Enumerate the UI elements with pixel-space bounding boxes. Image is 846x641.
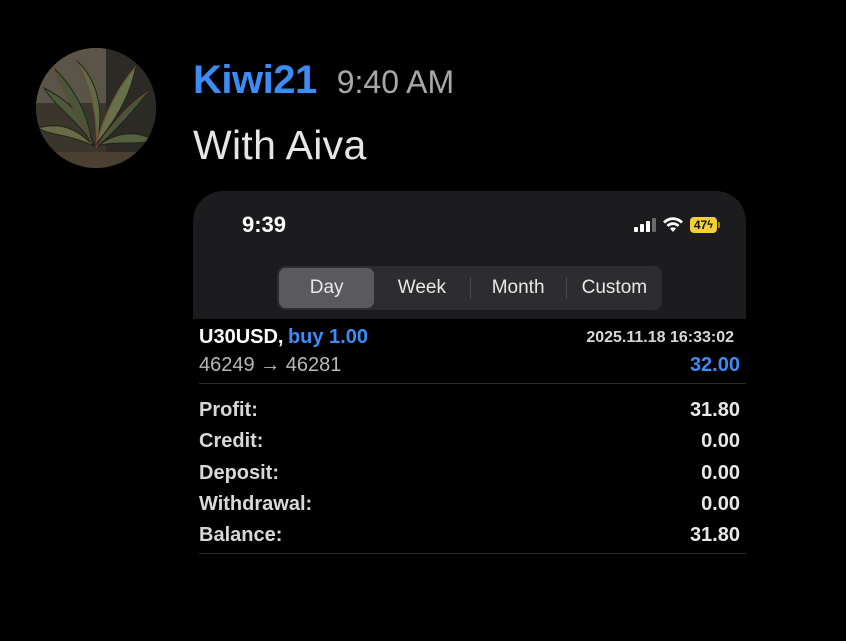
deal-prices: 46249 → 46281 [199,354,342,376]
wifi-icon [662,217,683,232]
tab-week-label: Week [397,277,446,298]
tab-custom-label: Custom [581,277,648,298]
summary-value: 0.00 [701,493,740,516]
tab-custom[interactable]: Custom [567,268,662,308]
summary-label: Deposit: [199,461,279,484]
summary-label: Withdrawal: [199,493,313,516]
signal-icon [633,218,656,232]
message-text: With Aiva [193,122,367,168]
deal-symbol: U30USD, [199,326,284,348]
summary-label: Profit: [199,399,258,422]
avatar[interactable] [36,48,156,168]
battery-icon: 47 ϟ [689,217,720,233]
battery-level: 47 [693,218,708,232]
deal-row[interactable]: U30USD, buy 1.00 2025.11.18 16:33:02 [199,326,740,349]
tab-month[interactable]: Month [471,268,566,308]
message-header: Kiwi21 9:40 AM [193,58,454,103]
summary-label: Credit: [199,430,264,453]
plant-photo [36,48,156,168]
status-icons: 47 ϟ [633,215,720,235]
tab-day-label: Day [309,277,344,298]
attached-screenshot[interactable]: 9:39 47 ϟ Day Week Month Custom U30USD, b… [193,191,746,561]
summary-table: Profit: 31.80 Credit: 0.00 Deposit: 0.00… [199,395,740,551]
deal-profit: 32.00 [689,354,740,376]
tab-month-label: Month [491,277,545,298]
status-time: 9:39 [242,212,287,237]
divider [199,553,746,554]
divider [199,383,746,384]
summary-value: 0.00 [701,430,740,453]
message-timestamp: 9:40 AM [336,64,455,100]
summary-value: 31.80 [689,399,740,422]
summary-label: Balance: [199,524,283,547]
tab-week[interactable]: Week [374,268,469,308]
deal-side: buy 1.00 [287,326,368,348]
summary-row-deposit: Deposit: 0.00 [199,458,740,489]
summary-row-credit: Credit: 0.00 [199,426,740,457]
username[interactable]: Kiwi21 [193,58,317,102]
summary-value: 31.80 [689,524,740,547]
tab-day[interactable]: Day [279,268,375,308]
summary-row-withdrawal: Withdrawal: 0.00 [199,489,740,520]
summary-row-balance: Balance: 31.80 [199,520,740,551]
period-selector: Day Week Month Custom [277,266,662,310]
deal-time: 2025.11.18 16:33:02 [586,329,734,346]
summary-row-profit: Profit: 31.80 [199,395,740,426]
summary-value: 0.00 [701,461,740,484]
